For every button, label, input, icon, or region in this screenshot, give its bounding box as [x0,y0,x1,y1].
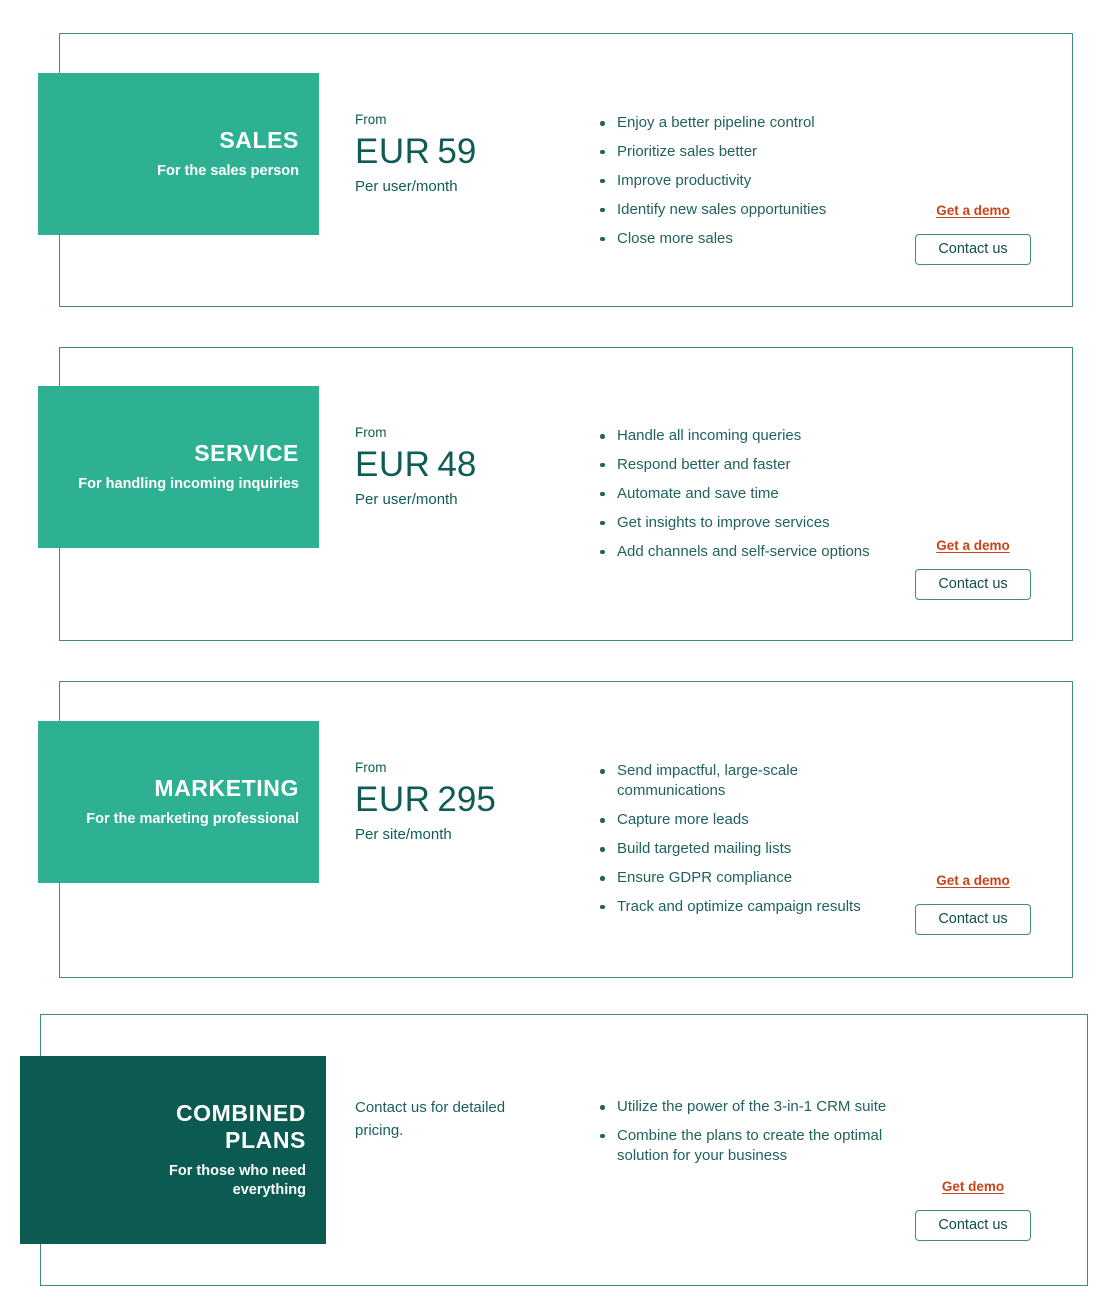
plan-tagline: For the sales person [157,162,299,179]
plan-name: SERVICE [194,440,299,467]
price-prefix: From [355,760,387,775]
plan-price-combined: Contact us for detailed pricing. [355,1096,555,1143]
contact-us-button[interactable]: Contact us [915,904,1031,935]
price-currency: EUR [355,132,431,172]
plan-price-sales: From EUR 59 Per user/month [355,112,555,197]
plan-features-marketing: Send impactful, large-scale communicatio… [597,761,887,926]
price-value: 59 [437,132,477,172]
plan-name: COMBINED PLANS [175,1100,306,1154]
price-prefix: From [355,425,387,440]
plan-features-sales: Enjoy a better pipeline control Prioriti… [597,113,887,257]
price-prefix: From [355,112,387,127]
plan-price-marketing: From EUR 295 Per site/month [355,760,565,845]
contact-us-button[interactable]: Contact us [915,234,1031,265]
list-item: Improve productivity [597,171,887,191]
plan-features-service: Handle all incoming queries Respond bett… [597,426,887,570]
plan-tagline: For those who need everything [169,1162,306,1198]
get-a-demo-link[interactable]: Get a demo [936,873,1010,888]
price-period: Per user/month [355,491,458,509]
price-value: 295 [437,780,496,820]
price-currency: EUR [355,780,431,820]
price-amount: EUR 48 [355,445,555,484]
plan-cta-service: Get a demo Contact us [915,538,1031,600]
list-item: Automate and save time [597,484,887,504]
plan-panel-marketing: MARKETING For the marketing professional [38,721,319,883]
plan-cta-combined: Get demo Contact us [915,1179,1031,1241]
price-value: 48 [437,445,477,485]
price-period: Per site/month [355,826,452,844]
list-item: Combine the plans to create the optimal … [597,1126,887,1167]
price-note: Contact us for detailed pricing. [355,1099,506,1140]
list-item: Add channels and self-service options [597,542,887,562]
price-amount: EUR 295 [355,780,565,819]
plan-cta-marketing: Get a demo Contact us [915,873,1031,935]
list-item: Build targeted mailing lists [597,839,887,859]
list-item: Respond better and faster [597,455,887,475]
plan-panel-service: SERVICE For handling incoming inquiries [38,386,319,548]
plan-name: MARKETING [154,775,299,802]
price-amount: EUR 59 [355,132,555,171]
list-item: Close more sales [597,229,887,249]
plan-features-combined: Utilize the power of the 3-in-1 CRM suit… [597,1097,887,1175]
list-item: Handle all incoming queries [597,426,887,446]
plan-name: SALES [219,127,299,154]
price-currency: EUR [355,445,431,485]
list-item: Ensure GDPR compliance [597,868,887,888]
plan-tagline: For the marketing professional [86,810,299,827]
list-item: Send impactful, large-scale communicatio… [597,761,887,802]
list-item: Enjoy a better pipeline control [597,113,887,133]
pricing-page: SALES For the sales person From EUR 59 Pe… [0,0,1108,1315]
contact-us-button[interactable]: Contact us [915,1210,1031,1241]
list-item: Identify new sales opportunities [597,200,887,220]
price-period: Per user/month [355,178,458,196]
list-item: Prioritize sales better [597,142,887,162]
list-item: Get insights to improve services [597,513,887,533]
plan-tagline: For handling incoming inquiries [78,475,299,492]
plan-panel-combined: COMBINED PLANS For those who need everyt… [20,1056,326,1244]
list-item: Track and optimize campaign results [597,897,887,917]
plan-cta-sales: Get a demo Contact us [915,203,1031,265]
get-demo-link[interactable]: Get demo [942,1179,1004,1194]
plan-price-service: From EUR 48 Per user/month [355,425,555,510]
get-a-demo-link[interactable]: Get a demo [936,538,1010,553]
get-a-demo-link[interactable]: Get a demo [936,203,1010,218]
plan-panel-sales: SALES For the sales person [38,73,319,235]
contact-us-button[interactable]: Contact us [915,569,1031,600]
list-item: Capture more leads [597,810,887,830]
list-item: Utilize the power of the 3-in-1 CRM suit… [597,1097,887,1117]
